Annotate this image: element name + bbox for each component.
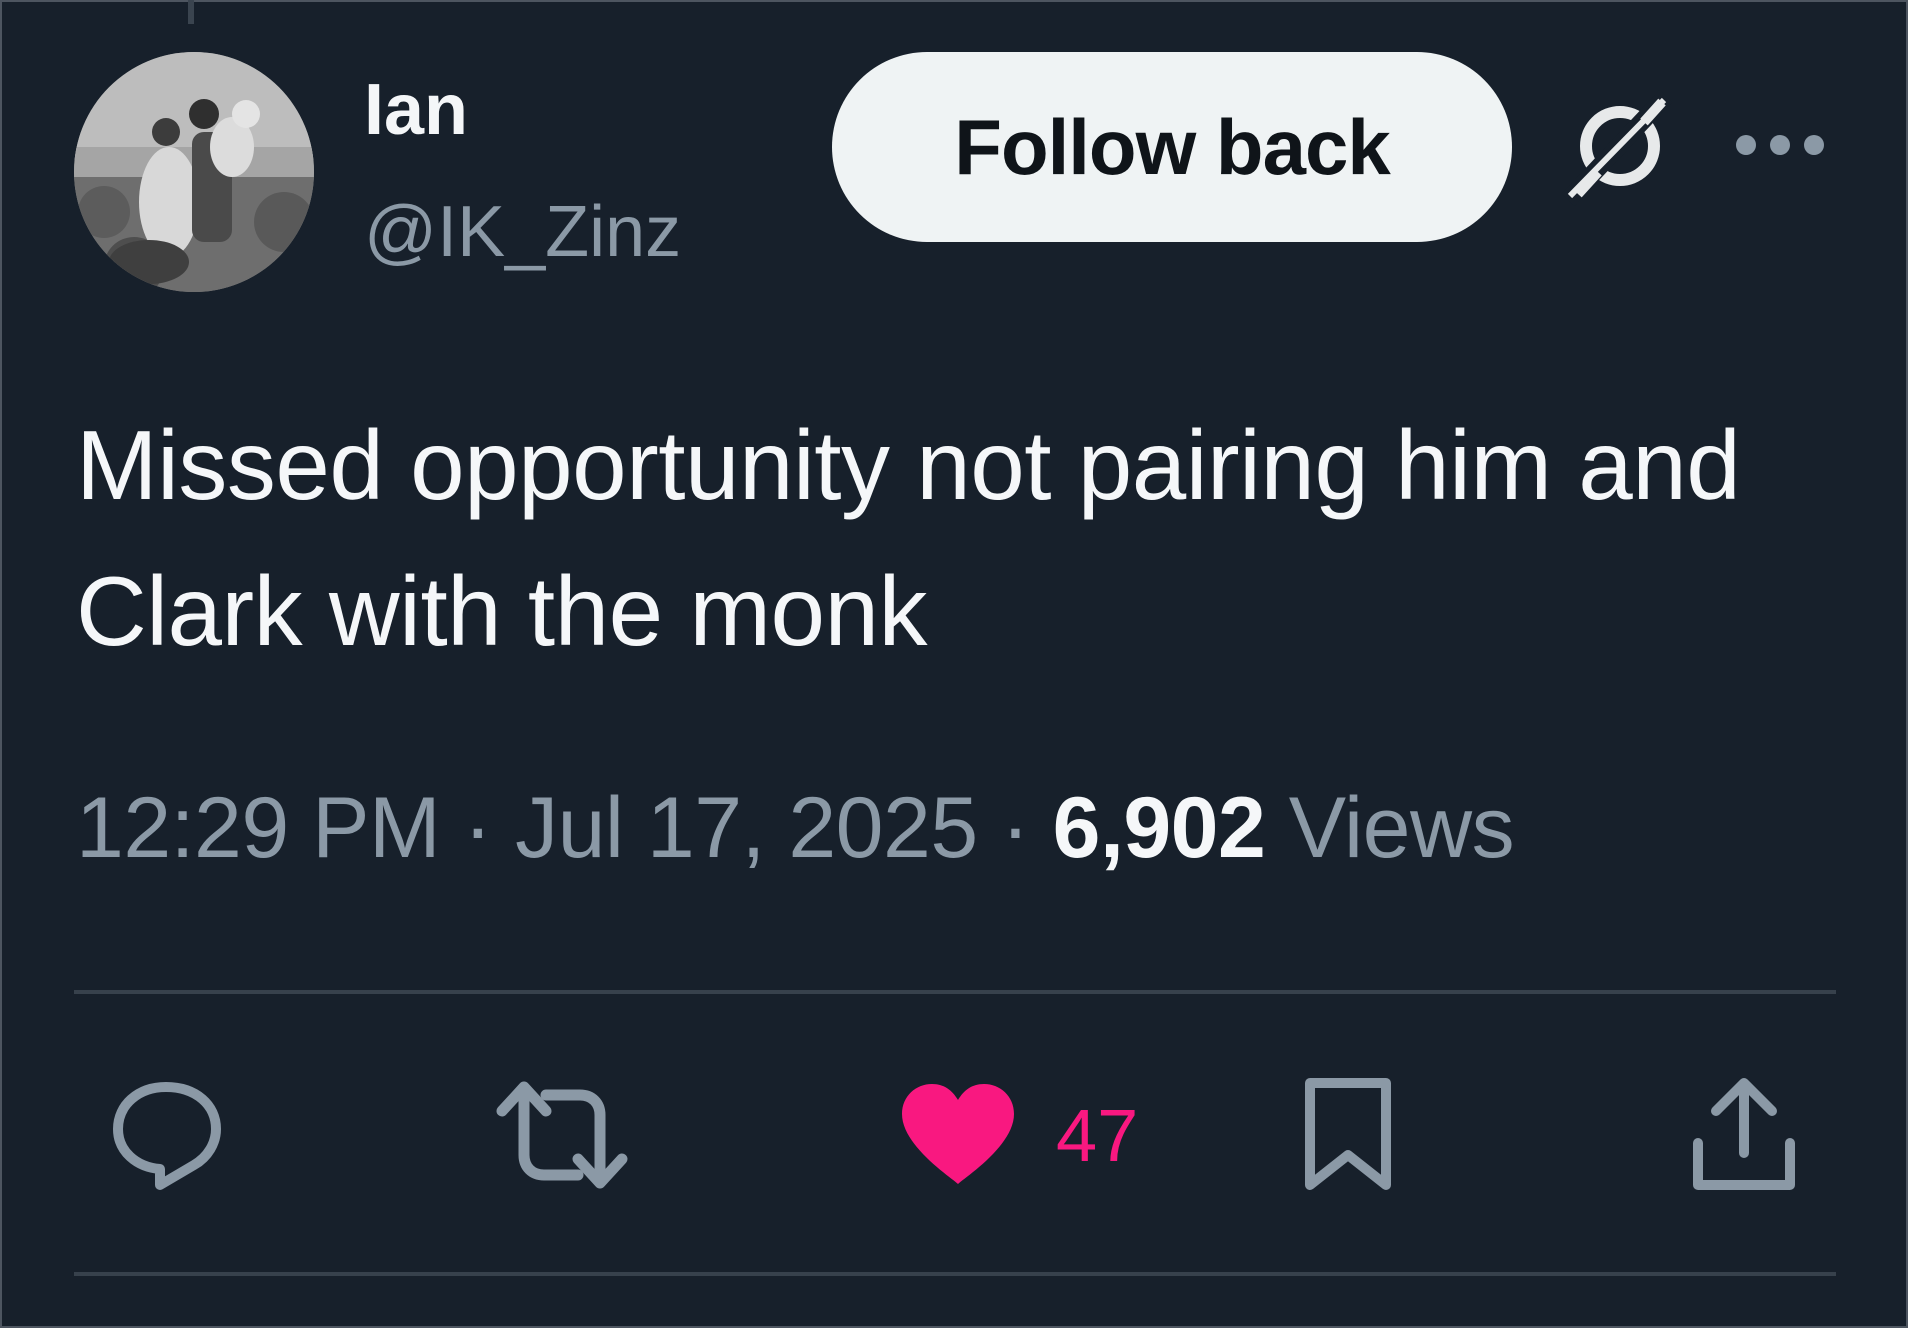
meta-separator: · [463,780,493,876]
like-button[interactable]: 47 [896,1070,1138,1200]
share-icon [1693,1078,1795,1190]
retweet-icon [496,1081,628,1189]
more-dots [1736,135,1824,155]
tweet-date[interactable]: Jul 17, 2025 [515,780,978,876]
views-count: 6,902 [1052,780,1266,876]
author-handle[interactable]: @IK_Zinz [364,192,681,272]
tweet-text: Missed opportunity not pairing him and C… [76,410,1741,666]
more-horizontal-icon[interactable] [1732,130,1828,160]
thread-connector-line [188,0,194,24]
bookmark-button[interactable] [1300,1070,1396,1200]
tweet-time[interactable]: 12:29 PM [76,780,441,876]
meta-separator: · [1001,780,1030,876]
avatar-photo [74,52,314,292]
divider-bottom [74,1272,1836,1276]
retweet-button[interactable] [494,1070,630,1200]
reply-icon [113,1082,221,1190]
follow-back-button[interactable]: Follow back [832,52,1512,242]
heart-icon [902,1084,1014,1184]
author-display-name[interactable]: Ian [364,70,468,150]
share-button[interactable] [1690,1070,1798,1200]
views-label: Views [1288,780,1515,876]
tweet-meta: 12:29 PM · Jul 17, 2025 · 6,902 Views [76,778,1515,878]
divider-top [74,990,1836,994]
bookmark-icon [1305,1078,1391,1190]
avatar[interactable] [74,52,314,292]
grok-icon[interactable] [1558,88,1678,208]
grok-icon-glyph [1561,89,1673,207]
like-count: 47 [1056,1093,1139,1177]
reply-button[interactable] [104,1070,228,1200]
